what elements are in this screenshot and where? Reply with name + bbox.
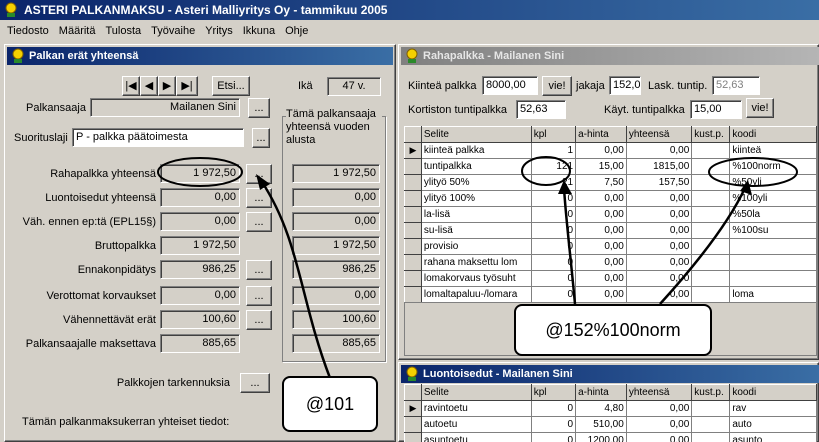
callout-hourly-code: @152%100norm [514,304,712,356]
callout-cash-code: @101 [282,376,378,432]
arrow-to-cash-button [260,181,332,379]
arrow-to-code [659,187,747,305]
arrowhead-cash-button [256,174,270,190]
highlight-ellipse-code [708,157,798,187]
highlight-ellipse-quantity [521,156,571,186]
arrow-to-quantity [562,187,577,305]
annotation-overlay [157,156,798,379]
highlight-ellipse-cash-total [157,157,243,187]
